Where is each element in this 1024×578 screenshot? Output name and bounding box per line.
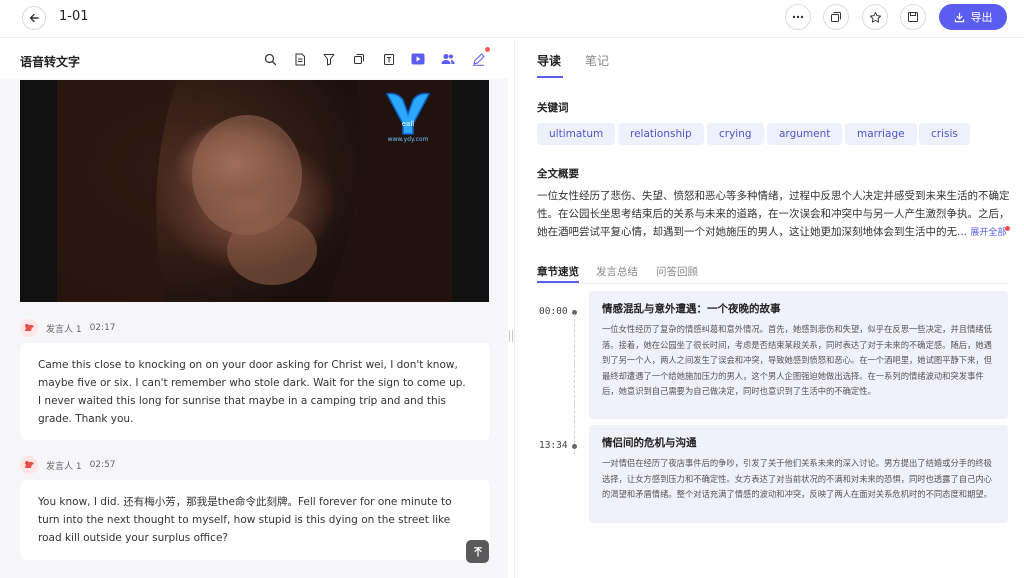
document-icon[interactable] (293, 52, 307, 66)
edit-icon[interactable] (471, 52, 485, 66)
translate-icon[interactable] (382, 52, 396, 66)
svg-text:eall: eall (402, 120, 415, 128)
tab-guide[interactable]: 导读 (537, 52, 561, 69)
copy-icon (831, 12, 841, 22)
more-icon (792, 15, 804, 19)
speaker-name: 发言人 1 (46, 324, 82, 335)
speaker-name: 发言人 1 (46, 461, 82, 472)
tab-active-indicator (537, 76, 563, 78)
search-icon[interactable] (263, 52, 277, 66)
notification-dot (485, 47, 490, 52)
avatar (20, 319, 38, 337)
keyword-chip[interactable]: relationship (618, 123, 704, 145)
subtab-qa-review[interactable]: 问答回顾 (656, 264, 698, 279)
speakers-icon[interactable] (441, 52, 455, 66)
timeline-dot (572, 444, 577, 449)
more-button[interactable] (785, 4, 811, 30)
chapter-body: 一对情侣在经历了夜店事件后的争吵，引发了关于他们关系未来的深入讨论。男方提出了结… (602, 458, 992, 499)
chapter-title: 情侣间的危机与沟通 (602, 437, 697, 449)
video-player[interactable]: eall www.ydy.com (20, 80, 489, 302)
filter-icon[interactable] (322, 52, 336, 66)
avatar (20, 456, 38, 474)
back-button[interactable] (22, 6, 46, 30)
expand-all-link[interactable]: 展开全部 (970, 228, 1006, 238)
export-button[interactable]: 导出 (939, 4, 1007, 30)
transcript-panel: 语音转文字 eall www.ydy.com 发言人 1 02:17 Came … (0, 39, 508, 578)
scroll-top-button[interactable] (466, 540, 489, 563)
chapter-time[interactable]: 13:34 (539, 440, 568, 451)
panel-resize-handle[interactable] (509, 330, 513, 342)
export-label: 导出 (970, 11, 993, 24)
subtab-divider (537, 283, 1009, 284)
segment-time[interactable]: 02:17 (90, 323, 116, 333)
chapter-body: 一位女性经历了复杂的情感纠葛和意外情况。首先，她感到悲伤和失望，似乎在反思一些决… (602, 324, 992, 396)
notification-dot (1005, 226, 1010, 231)
top-bar: 1-01 导出 (0, 0, 1024, 38)
keywords-title: 关键词 (537, 102, 569, 114)
summary-body: 一位女性经历了悲伤、失望、愤怒和恶心等多种情绪，过程中反思个人决定并感受到未来生… (537, 190, 1010, 238)
chapter-card[interactable]: 情侣间的危机与沟通 一对情侣在经历了夜店事件后的争吵，引发了关于他们关系未来的深… (589, 425, 1008, 523)
copy-button[interactable] (823, 4, 849, 30)
back-arrow-icon (29, 13, 39, 23)
subtab-chapters[interactable]: 章节速览 (537, 264, 579, 279)
insights-panel: 导读 笔记 关键词 ultimatum relationship crying … (514, 39, 1024, 578)
star-icon (869, 11, 881, 23)
copy-icon[interactable] (352, 52, 366, 66)
save-icon (908, 12, 918, 22)
subtab-speaker-summary[interactable]: 发言总结 (596, 264, 638, 279)
video-watermark-logo: eall www.ydy.com (383, 90, 433, 144)
speaker-row: 发言人 1 02:17 (20, 319, 116, 337)
keyword-chip[interactable]: marriage (845, 123, 917, 145)
segment-time[interactable]: 02:57 (90, 460, 116, 470)
chapter-title: 情感混乱与意外遭遇：一个夜晚的故事 (602, 303, 781, 315)
transcript-title: 语音转文字 (20, 55, 81, 69)
svg-text:www.ydy.com: www.ydy.com (388, 136, 429, 143)
favorite-button[interactable] (862, 4, 888, 30)
transcript-segment[interactable]: You know, I did. 还有梅小芳，那我是the命令此刻牌。Fell … (20, 480, 490, 560)
keyword-chip[interactable]: ultimatum (537, 123, 616, 145)
tab-notes[interactable]: 笔记 (585, 52, 609, 69)
transcript-segment[interactable]: Came this close to knocking on on your d… (20, 343, 490, 440)
summary-title: 全文概要 (537, 168, 579, 180)
page-title: 1-01 (59, 9, 89, 24)
save-button[interactable] (900, 4, 926, 30)
play-icon[interactable] (411, 52, 425, 66)
transcript-header: 语音转文字 (0, 39, 508, 79)
timeline-line (574, 314, 575, 454)
keyword-chip[interactable]: argument (767, 123, 843, 145)
download-icon (954, 12, 964, 22)
summary-text: 一位女性经历了悲伤、失望、愤怒和恶心等多种情绪，过程中反思个人决定并感受到未来生… (537, 187, 1012, 242)
speaker-row: 发言人 1 02:57 (20, 456, 116, 474)
keyword-chip[interactable]: crisis (919, 123, 970, 145)
arrow-up-icon (473, 546, 482, 557)
chapter-time[interactable]: 00:00 (539, 306, 568, 317)
keyword-chip[interactable]: crying (707, 123, 764, 145)
chapter-card[interactable]: 情感混乱与意外遭遇：一个夜晚的故事 一位女性经历了复杂的情感纠葛和意外情况。首先… (589, 291, 1008, 419)
